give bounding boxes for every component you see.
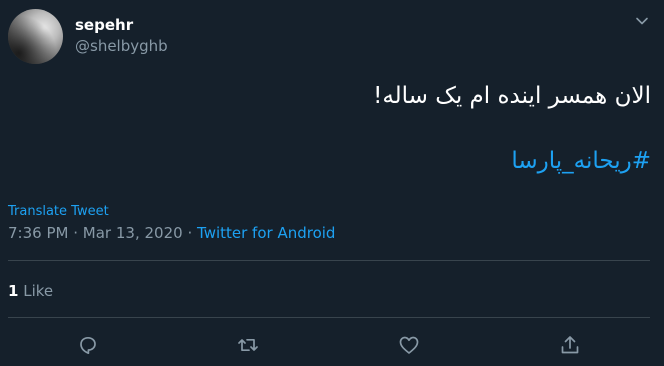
meta-separator: · (187, 224, 193, 242)
more-options-button[interactable] (634, 13, 650, 29)
likes-stat[interactable]: 1 Like (8, 282, 53, 300)
like-count: 1 (8, 282, 19, 300)
tweet-source-link[interactable]: Twitter for Android (197, 224, 335, 242)
reply-icon (80, 336, 96, 355)
tweet-metadata: 7:36 PM · Mar 13, 2020 · Twitter for And… (8, 224, 335, 242)
chevron-down-icon (636, 17, 648, 25)
heart-icon (399, 336, 419, 354)
share-button[interactable] (558, 333, 582, 357)
hashtag-link[interactable]: #ریحانه_پارسا (511, 145, 651, 177)
share-icon (561, 336, 579, 354)
reply-button[interactable] (76, 333, 100, 357)
like-label: Like (23, 282, 54, 300)
avatar-image (8, 9, 63, 64)
divider (8, 260, 650, 261)
retweet-button[interactable] (236, 333, 260, 357)
tweet-text: الان همسر اینده ام یک ساله! (373, 83, 651, 109)
meta-separator: · (73, 224, 79, 242)
translate-tweet-link[interactable]: Translate Tweet (8, 204, 109, 219)
user-handle[interactable]: @shelbyghb (75, 37, 168, 55)
divider (8, 317, 650, 318)
display-name[interactable]: sepehr (75, 16, 133, 34)
retweet-icon (238, 338, 258, 352)
like-button[interactable] (397, 333, 421, 357)
avatar[interactable] (8, 9, 63, 64)
tweet-detail: sepehr @shelbyghb الان همسر اینده ام یک … (0, 0, 664, 366)
tweet-date[interactable]: Mar 13, 2020 (83, 224, 183, 242)
tweet-time[interactable]: 7:36 PM (8, 224, 68, 242)
